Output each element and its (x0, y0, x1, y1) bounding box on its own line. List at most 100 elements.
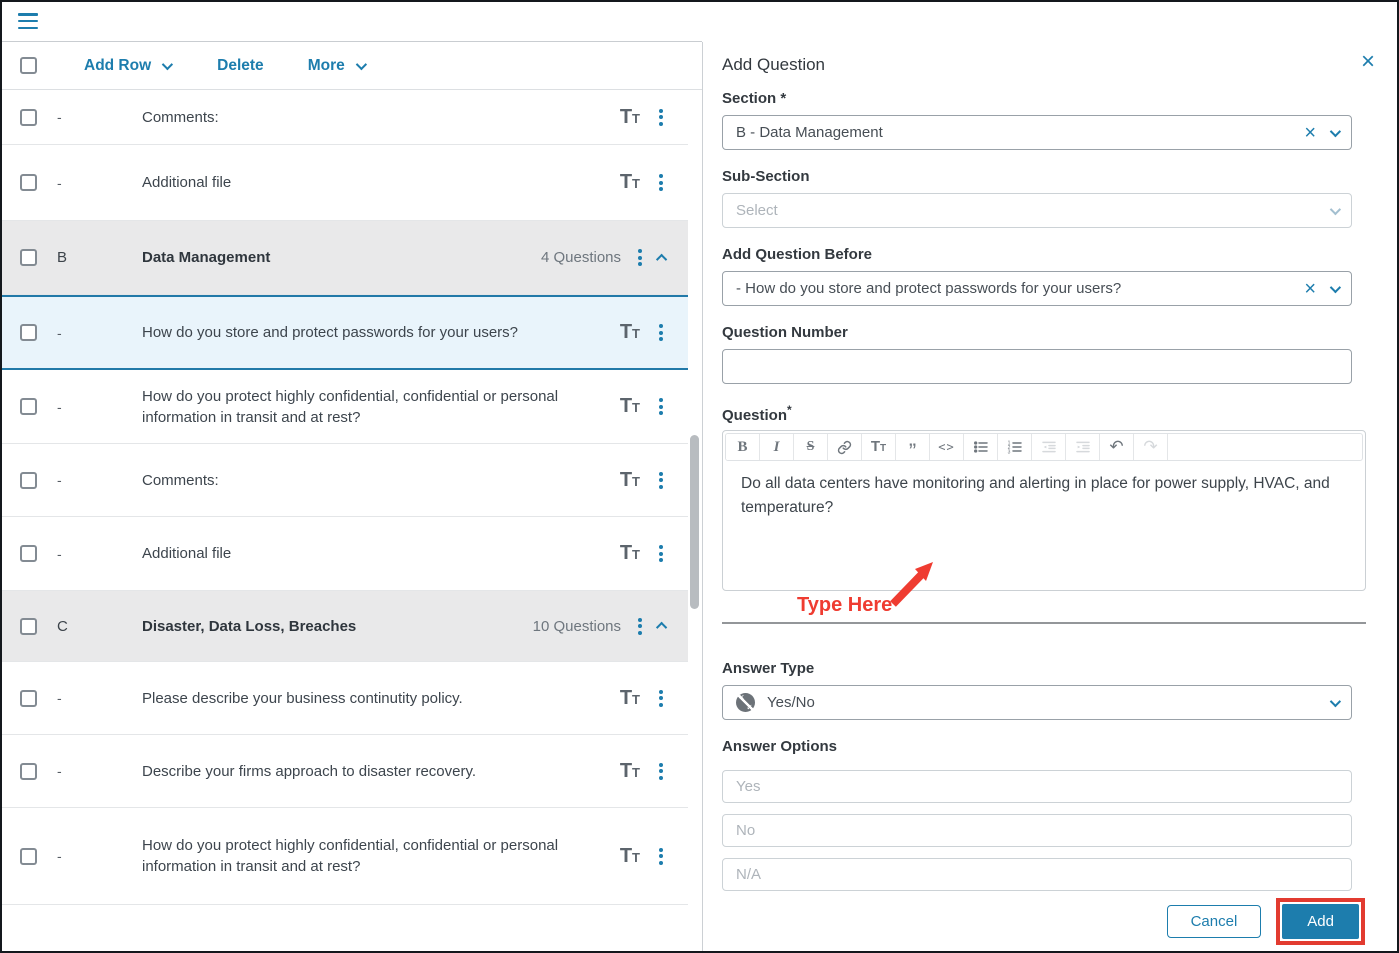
add-button[interactable]: Add (1282, 904, 1359, 939)
chevron-up-icon[interactable] (656, 622, 667, 633)
answer-option-input-no[interactable]: No (722, 814, 1352, 847)
question-count: 10 Questions (533, 618, 621, 635)
row-index: - (57, 109, 73, 125)
row-checkbox[interactable] (20, 618, 37, 635)
add-before-select[interactable]: - How do you store and protect passwords… (722, 271, 1352, 306)
type-here-annotation: Type Here (797, 594, 892, 617)
list-toolbar: Add Row Delete More (2, 42, 702, 90)
row-checkbox[interactable] (20, 545, 37, 562)
question-row[interactable]: - Describe your firms approach to disast… (2, 735, 688, 808)
code-button[interactable]: <> (930, 434, 964, 460)
kebab-menu-icon[interactable] (657, 396, 665, 417)
answer-type-label: Answer Type (722, 660, 814, 677)
row-checkbox[interactable] (20, 398, 37, 415)
kebab-menu-icon[interactable] (657, 470, 665, 491)
close-icon[interactable]: × (1361, 50, 1375, 74)
question-row[interactable]: - Please describe your business continut… (2, 662, 688, 735)
redo-button[interactable]: ↷ (1134, 434, 1168, 460)
list-scrollbar[interactable] (690, 435, 699, 609)
kebab-menu-icon[interactable] (657, 322, 665, 343)
undo-button[interactable]: ↶ (1100, 434, 1134, 460)
question-text: How do you protect highly confidential, … (142, 835, 587, 877)
text-format-icon[interactable]: TT (620, 106, 640, 129)
question-row[interactable]: - How do you protect highly confidential… (2, 808, 688, 905)
kebab-menu-icon[interactable] (657, 107, 665, 128)
text-format-icon[interactable]: TT (620, 760, 640, 783)
chevron-down-icon[interactable] (1330, 695, 1341, 706)
row-checkbox[interactable] (20, 763, 37, 780)
question-row[interactable]: - How do you protect highly confidential… (2, 370, 688, 444)
text-format-icon[interactable]: TT (620, 171, 640, 194)
more-button[interactable]: More (308, 57, 364, 75)
row-index: - (57, 763, 73, 779)
section-value: B - Data Management (736, 124, 883, 141)
question-label: Question* (722, 403, 792, 424)
row-checkbox[interactable] (20, 848, 37, 865)
bold-button[interactable]: B (726, 434, 760, 460)
question-row[interactable]: - Comments: TT (2, 90, 688, 145)
question-row[interactable]: - Additional file TT (2, 517, 688, 591)
clear-icon[interactable]: × (1304, 279, 1316, 299)
text-format-icon[interactable]: TT (620, 542, 640, 565)
question-text: Please describe your business continutit… (142, 688, 587, 709)
font-size-button[interactable]: TT (862, 434, 896, 460)
top-bar (2, 2, 702, 42)
delete-button[interactable]: Delete (217, 57, 264, 75)
kebab-menu-icon[interactable] (657, 846, 665, 867)
bullet-list-button[interactable] (964, 434, 998, 460)
chevron-down-icon[interactable] (1330, 203, 1341, 214)
answer-option-input-na[interactable]: N/A (722, 858, 1352, 891)
sub-section-select[interactable]: Select (722, 193, 1352, 228)
row-checkbox[interactable] (20, 249, 37, 266)
question-text: Additional file (142, 172, 587, 193)
select-all-checkbox[interactable] (20, 57, 37, 74)
kebab-menu-icon[interactable] (657, 761, 665, 782)
row-checkbox[interactable] (20, 109, 37, 126)
chevron-up-icon[interactable] (656, 253, 667, 264)
answer-option-input-yes[interactable]: Yes (722, 770, 1352, 803)
row-checkbox[interactable] (20, 690, 37, 707)
text-format-icon[interactable]: TT (620, 395, 640, 418)
text-format-icon[interactable]: TT (620, 321, 640, 344)
chevron-down-icon[interactable] (1330, 125, 1341, 136)
section-row-b[interactable]: B Data Management 4 Questions (2, 221, 688, 295)
strikethrough-button[interactable]: S (794, 434, 828, 460)
italic-button[interactable]: I (760, 434, 794, 460)
row-checkbox[interactable] (20, 174, 37, 191)
row-checkbox[interactable] (20, 324, 37, 341)
question-row-selected[interactable]: - How do you store and protect passwords… (2, 295, 688, 370)
add-row-button[interactable]: Add Row (84, 57, 170, 75)
kebab-menu-icon[interactable] (657, 688, 665, 709)
numbered-list-button[interactable]: 1 2 3 (998, 434, 1032, 460)
chevron-down-icon[interactable] (1330, 281, 1341, 292)
kebab-menu-icon[interactable] (636, 616, 644, 637)
question-row[interactable]: - Additional file TT (2, 145, 688, 221)
text-format-icon[interactable]: TT (620, 845, 640, 868)
kebab-menu-icon[interactable] (657, 543, 665, 564)
text-format-icon[interactable]: TT (620, 469, 640, 492)
kebab-menu-icon[interactable] (636, 247, 644, 268)
cancel-button[interactable]: Cancel (1167, 905, 1262, 938)
section-row-c[interactable]: C Disaster, Data Loss, Breaches 10 Quest… (2, 591, 688, 662)
clear-icon[interactable]: × (1304, 123, 1316, 143)
indent-button[interactable] (1066, 434, 1100, 460)
row-index: - (57, 690, 73, 706)
row-checkbox[interactable] (20, 472, 37, 489)
menu-icon[interactable] (18, 13, 38, 29)
question-editor-text[interactable]: Do all data centers have monitoring and … (723, 463, 1348, 529)
section-letter: B (57, 249, 73, 266)
question-editor[interactable]: B I S TT ” <> (722, 430, 1366, 591)
add-button-annotation-box: Add (1276, 898, 1365, 945)
chevron-down-icon (162, 58, 173, 69)
text-format-icon[interactable]: TT (620, 687, 640, 710)
question-number-input[interactable] (722, 349, 1352, 384)
blockquote-button[interactable]: ” (896, 434, 930, 460)
kebab-menu-icon[interactable] (657, 172, 665, 193)
link-button[interactable] (828, 434, 862, 460)
questionnaire-builder-app: Add Row Delete More - Comments: TT (0, 0, 1399, 953)
question-row[interactable]: - Comments: TT (2, 444, 688, 517)
section-select[interactable]: B - Data Management × (722, 115, 1352, 150)
question-list-panel: Add Row Delete More - Comments: TT (2, 2, 702, 951)
answer-type-select[interactable]: ×✓ Yes/No (722, 685, 1352, 720)
outdent-button[interactable] (1032, 434, 1066, 460)
